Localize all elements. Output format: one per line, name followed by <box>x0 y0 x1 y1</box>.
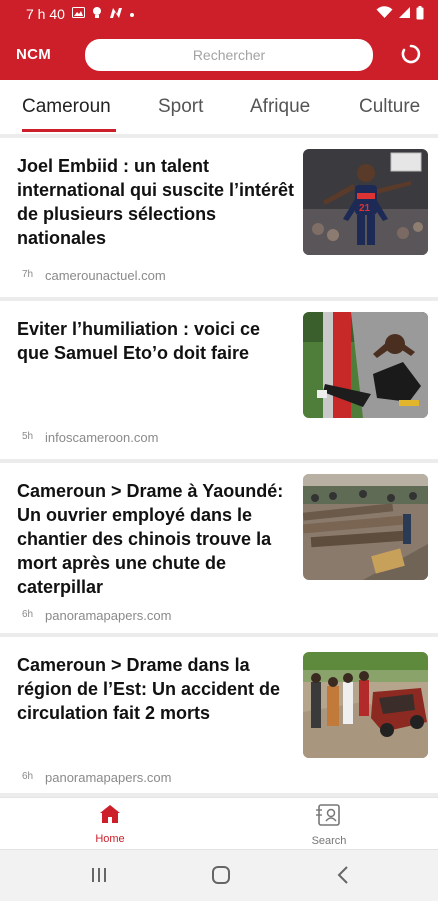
tab-culture[interactable]: Culture <box>359 96 420 118</box>
article-source: camerounactuel.com <box>45 268 166 283</box>
article-source: panoramapapers.com <box>45 608 172 623</box>
footballer-on-ground-image[interactable] <box>303 312 428 418</box>
tab-cameroun[interactable]: Cameroun <box>22 96 111 118</box>
nav-home[interactable]: Home <box>70 804 150 845</box>
article-title[interactable]: Cameroun > Drame dans la région de l’Est… <box>17 653 295 725</box>
app-logo[interactable]: NCM <box>16 46 51 63</box>
article-card[interactable]: Eviter l’humiliation : voici ce que Samu… <box>0 301 438 459</box>
home-button-icon[interactable] <box>211 865 231 890</box>
basketball-player-image[interactable]: 21 <box>303 149 428 255</box>
lightbulb-icon <box>92 6 102 22</box>
system-navigation-bar <box>0 849 438 901</box>
nav-search-label: Search <box>311 835 347 847</box>
nav-home-label: Home <box>95 833 125 845</box>
article-card[interactable]: Joel Embiid : un talent international qu… <box>0 138 438 297</box>
home-icon <box>99 804 121 829</box>
battery-icon <box>416 5 424 23</box>
active-tab-indicator <box>22 129 116 132</box>
article-time: 5h <box>22 431 34 442</box>
app-n-icon <box>109 7 123 22</box>
article-time: 6h <box>22 771 34 782</box>
road-accident-image[interactable] <box>303 652 428 758</box>
gallery-icon <box>71 7 85 21</box>
article-source: infoscameroon.com <box>45 430 159 445</box>
signal-icon <box>398 6 411 22</box>
app-bar: NCM <box>0 28 438 80</box>
article-card[interactable]: Cameroun > Drame dans la région de l’Est… <box>0 637 438 793</box>
construction-site-image[interactable] <box>303 474 428 580</box>
refresh-icon[interactable] <box>399 42 423 66</box>
article-time: 6h <box>22 609 34 620</box>
dot-icon <box>129 9 134 20</box>
status-time: 7 h 40 <box>26 6 65 22</box>
search-input[interactable] <box>85 39 373 71</box>
recent-apps-icon[interactable] <box>90 866 108 889</box>
article-source: panoramapapers.com <box>45 770 172 785</box>
article-title[interactable]: Cameroun > Drame à Yaoundé: Un ouvrier e… <box>17 479 295 599</box>
back-icon[interactable] <box>336 865 350 890</box>
nav-search[interactable]: Search <box>289 804 369 847</box>
article-time: 7h <box>22 269 34 280</box>
tab-sport[interactable]: Sport <box>158 96 203 118</box>
category-tabs: Cameroun Sport Afrique Culture <box>0 80 438 134</box>
svg-text:21: 21 <box>359 203 371 214</box>
tab-afrique[interactable]: Afrique <box>250 96 310 118</box>
article-card[interactable]: Cameroun > Drame à Yaoundé: Un ouvrier e… <box>0 463 438 633</box>
article-title[interactable]: Joel Embiid : un talent international qu… <box>17 154 295 250</box>
bottom-navigation: Home Search <box>0 797 438 850</box>
wifi-icon <box>376 6 393 22</box>
article-title[interactable]: Eviter l’humiliation : voici ce que Samu… <box>17 317 295 365</box>
status-bar: 7 h 40 <box>0 0 438 28</box>
search-card-icon <box>316 804 342 831</box>
